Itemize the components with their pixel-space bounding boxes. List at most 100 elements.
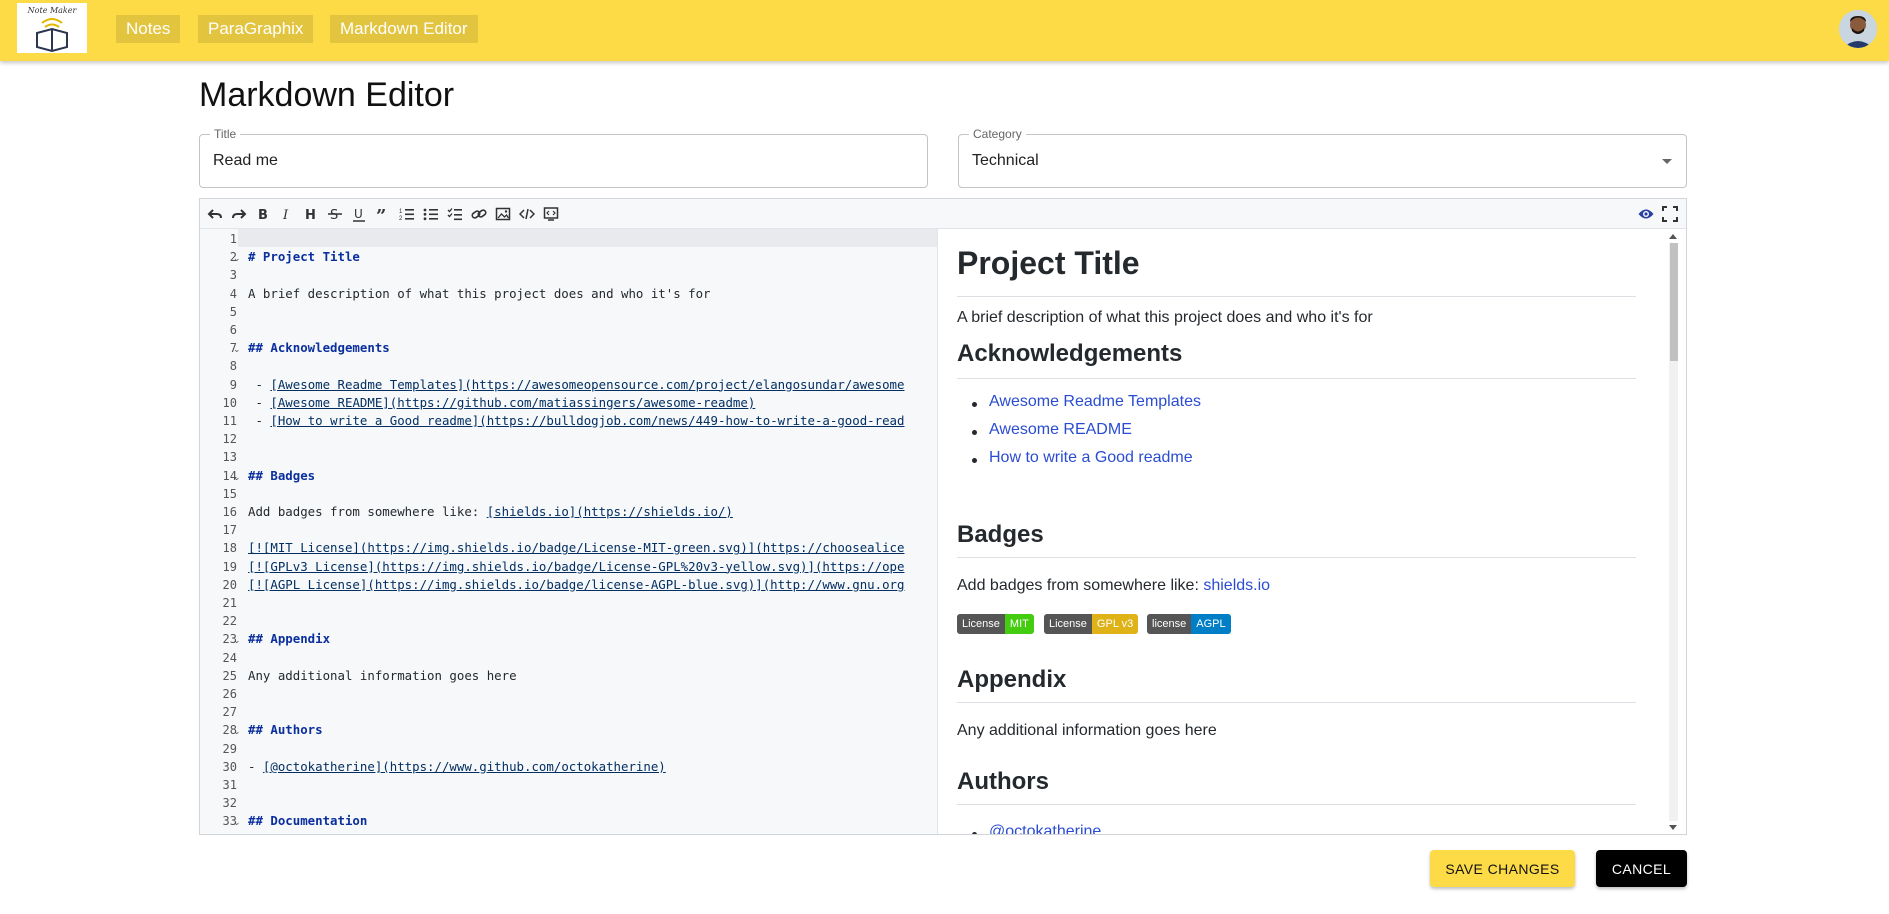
code-icon[interactable] bbox=[519, 206, 535, 222]
category-selected-value: Technical bbox=[972, 152, 1039, 169]
app-bar: Note Maker Notes ParaGraphix Markdown Ed… bbox=[0, 0, 1889, 61]
fold-toggle-icon[interactable]: ⌄ bbox=[233, 817, 241, 828]
nav-notes[interactable]: Notes bbox=[116, 15, 181, 43]
line-number: 16 bbox=[222, 505, 237, 519]
code-line: ## Authors bbox=[248, 722, 323, 738]
undo-icon[interactable] bbox=[207, 206, 223, 222]
preview-paragraph: Any additional information goes here bbox=[957, 722, 1217, 739]
category-select[interactable]: Category Technical bbox=[958, 127, 1687, 188]
svg-text:I: I bbox=[282, 208, 289, 222]
list-bullet bbox=[972, 402, 977, 407]
code-line: - [@octokatherine](https://www.github.co… bbox=[248, 758, 666, 774]
underline-icon[interactable]: U bbox=[351, 206, 367, 222]
divider bbox=[957, 296, 1636, 297]
line-number: 27 bbox=[222, 705, 237, 720]
agpl-license-badge[interactable]: license AGPL bbox=[1147, 614, 1231, 634]
line-number: 17 bbox=[222, 523, 237, 538]
list-bullet bbox=[972, 458, 977, 463]
quote-icon[interactable]: ” bbox=[375, 206, 391, 222]
line-number: 7 bbox=[229, 341, 237, 356]
scrollbar-thumb[interactable] bbox=[1670, 243, 1678, 361]
badge-right: AGPL bbox=[1191, 614, 1231, 634]
redo-icon[interactable] bbox=[231, 206, 247, 222]
svg-text:1: 1 bbox=[399, 209, 403, 215]
gplv3-license-badge[interactable]: License GPL v3 bbox=[1044, 614, 1139, 634]
line-number: 1 bbox=[229, 232, 237, 246]
code-line: [![GPLv3 License](https://img.shields.io… bbox=[248, 558, 905, 574]
svg-text:2: 2 bbox=[399, 216, 403, 222]
preview-link[interactable]: How to write a Good readme bbox=[989, 449, 1193, 467]
cancel-button[interactable]: CANCEL bbox=[1596, 850, 1687, 887]
preview-h2: Badges bbox=[957, 521, 1044, 548]
scrollbar-track[interactable] bbox=[1669, 243, 1678, 821]
svg-text:U: U bbox=[354, 207, 363, 221]
preview-eye-icon[interactable] bbox=[1638, 206, 1654, 222]
strikethrough-icon[interactable]: S bbox=[327, 206, 343, 222]
preview-h1: Project Title bbox=[957, 245, 1140, 281]
svg-text:B: B bbox=[258, 208, 268, 222]
markdown-source-pane[interactable]: 1 2 ⌄ # Project Title 3 4 A brief description … bbox=[200, 229, 938, 834]
line-number: 30 bbox=[222, 759, 237, 774]
title-field[interactable]: Title Read me bbox=[199, 127, 928, 188]
link-icon[interactable] bbox=[471, 206, 487, 222]
bold-icon[interactable]: B bbox=[255, 206, 271, 222]
editor-toolbar: B I H S U ” 12 bbox=[200, 199, 1686, 229]
list-bullet bbox=[972, 430, 977, 435]
code-block-icon[interactable] bbox=[543, 206, 559, 222]
line-number: 26 bbox=[222, 687, 237, 701]
fold-toggle-icon[interactable]: ⌄ bbox=[233, 635, 241, 646]
code-line: # Project Title bbox=[248, 249, 360, 265]
code-line: [![AGPL License](https://img.shields.io/… bbox=[248, 576, 905, 592]
fold-toggle-icon[interactable]: ⌄ bbox=[233, 472, 241, 483]
svg-text:Note Maker: Note Maker bbox=[27, 6, 78, 15]
badge-left: license bbox=[1147, 614, 1192, 634]
line-number: 11 bbox=[222, 414, 237, 428]
scroll-up-arrow-icon[interactable] bbox=[1669, 234, 1677, 239]
nav-markdown-editor[interactable]: Markdown Editor bbox=[330, 15, 478, 43]
badges-text: Add badges from somewhere like: bbox=[957, 577, 1204, 594]
badges-row: License MIT License GPL v3 license AGPL bbox=[957, 614, 1257, 634]
line-number: 32 bbox=[222, 796, 237, 811]
markdown-editor: B I H S U ” 12 1 2 ⌄ # Project Title 3 4 A bri… bbox=[199, 198, 1687, 835]
line-number: 6 bbox=[229, 323, 237, 337]
title-input[interactable]: Read me bbox=[213, 152, 278, 170]
line-number: 13 bbox=[222, 450, 237, 465]
line-number: 22 bbox=[222, 614, 237, 629]
preview-link[interactable]: Awesome README bbox=[989, 421, 1132, 439]
line-number: 29 bbox=[222, 741, 237, 756]
code-line: A brief description of what this project… bbox=[248, 285, 711, 301]
ordered-list-icon[interactable]: 12 bbox=[399, 206, 415, 222]
checklist-icon[interactable] bbox=[447, 206, 463, 222]
line-number: 5 bbox=[229, 304, 237, 319]
line-number: 9 bbox=[229, 377, 237, 392]
scroll-down-arrow-icon[interactable] bbox=[1669, 825, 1677, 830]
preview-link[interactable]: Awesome Readme Templates bbox=[989, 393, 1201, 411]
preview-scrollbar[interactable] bbox=[1656, 229, 1686, 834]
svg-text:H: H bbox=[305, 208, 316, 222]
unordered-list-icon[interactable] bbox=[423, 206, 439, 222]
mit-license-badge[interactable]: License MIT bbox=[957, 614, 1034, 634]
fullscreen-icon[interactable] bbox=[1662, 206, 1678, 222]
line-number: 31 bbox=[222, 778, 237, 792]
note-maker-logo[interactable]: Note Maker bbox=[17, 3, 87, 53]
badge-right: GPL v3 bbox=[1091, 614, 1139, 634]
user-avatar[interactable] bbox=[1839, 10, 1877, 48]
badge-left: License bbox=[957, 614, 1005, 634]
nav-paragraphix[interactable]: ParaGraphix bbox=[198, 15, 314, 43]
italic-icon[interactable]: I bbox=[279, 206, 295, 222]
image-icon[interactable] bbox=[495, 206, 511, 222]
preview-h2: Acknowledgements bbox=[957, 340, 1183, 367]
fold-toggle-icon[interactable]: ⌄ bbox=[233, 726, 241, 737]
preview-paragraph: Add badges from somewhere like: shields.… bbox=[957, 577, 1270, 595]
fold-toggle-icon[interactable]: ⌄ bbox=[233, 253, 241, 264]
preview-link[interactable]: shields.io bbox=[1203, 577, 1270, 594]
preview-link[interactable]: @octokatherine bbox=[989, 823, 1101, 834]
save-changes-button[interactable]: SAVE CHANGES bbox=[1430, 850, 1575, 887]
dropdown-arrow-icon[interactable] bbox=[1662, 159, 1672, 164]
fold-toggle-icon[interactable]: ⌄ bbox=[233, 344, 241, 355]
markdown-preview-pane: Project Title A brief description of wha… bbox=[938, 229, 1656, 834]
line-number: 15 bbox=[222, 486, 237, 501]
line-number: 33 bbox=[222, 814, 237, 829]
page-title: Markdown Editor bbox=[199, 76, 455, 114]
heading-icon[interactable]: H bbox=[303, 206, 319, 222]
